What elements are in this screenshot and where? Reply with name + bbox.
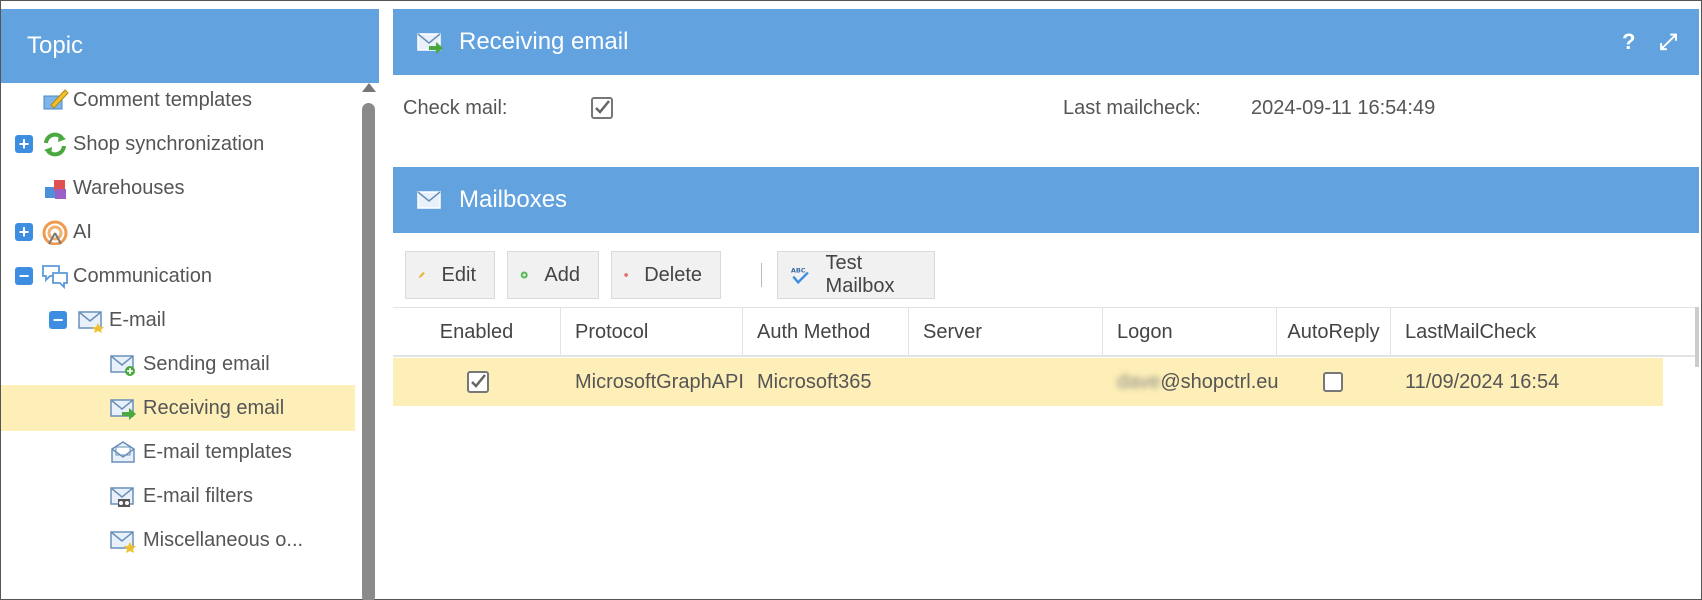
- logon-user-redacted: dave: [1117, 370, 1161, 393]
- warehouse-icon: [45, 180, 66, 199]
- table-row[interactable]: MicrosoftGraphAPI Microsoft365 dave @shop…: [393, 358, 1663, 406]
- last-mail-check-cell: 11/09/2024 16:54: [1405, 370, 1560, 393]
- tree-item-label: E-mail filters: [143, 484, 254, 507]
- auth-method-cell: Microsoft365: [757, 370, 872, 393]
- enabled-checkbox[interactable]: [467, 371, 489, 393]
- grid-header: Enabled Protocol Auth Method Server Logo…: [393, 307, 1699, 357]
- topic-panel-header: Topic: [1, 9, 379, 83]
- email-folder-icon: [78, 311, 104, 333]
- communication-icon: [42, 265, 68, 289]
- ai-icon: [42, 220, 68, 245]
- expand-icon[interactable]: +: [15, 135, 33, 153]
- tree-item-warehouses[interactable]: Warehouses: [1, 165, 355, 211]
- tree-item-label: Receiving email: [143, 396, 285, 419]
- column-header-server[interactable]: Server: [909, 308, 1103, 356]
- tree-item-label: Sending email: [143, 352, 270, 375]
- last-mailcheck-value: 2024-09-11 16:54:49: [1251, 97, 1436, 119]
- spellcheck-icon: ABC: [791, 267, 809, 285]
- scroll-thumb[interactable]: [362, 103, 375, 600]
- topic-title: Topic: [27, 32, 84, 59]
- column-header-logon[interactable]: Logon: [1103, 308, 1277, 356]
- tree-item-label: Comment templates: [73, 88, 252, 111]
- protocol-cell: MicrosoftGraphAPI: [575, 370, 744, 393]
- tree-item-email[interactable]: − E-mail: [1, 297, 355, 343]
- email-filter-icon: [110, 487, 134, 507]
- receiving-email-header: Receiving email ? ⤢: [393, 9, 1699, 75]
- collapse-icon[interactable]: −: [15, 267, 33, 285]
- tree-item-sending-email[interactable]: Sending email: [1, 341, 355, 387]
- check-mail-row: Check mail: Last mailcheck: 2024-09-11 1…: [393, 75, 1699, 165]
- enabled-cell[interactable]: [467, 358, 489, 406]
- delete-button[interactable]: Delete: [611, 251, 721, 299]
- tree-item-email-templates[interactable]: E-mail templates: [1, 429, 355, 475]
- mailbox-toolbar: Edit Add Delete ABC Test Mailbox: [393, 249, 1699, 307]
- topic-panel: Topic Comment templates + Shop synchroni…: [1, 1, 379, 600]
- tree-scrollbar[interactable]: [359, 83, 379, 600]
- logon-domain: @shopctrl.eu: [1160, 370, 1279, 393]
- mailboxes-header: Mailboxes: [393, 167, 1699, 233]
- edit-button[interactable]: Edit: [405, 251, 495, 299]
- tree-item-comment-templates[interactable]: Comment templates: [1, 83, 355, 123]
- mailbox-grid: Enabled Protocol Auth Method Server Logo…: [393, 307, 1699, 406]
- email-misc-icon: [110, 531, 136, 553]
- tree-item-receiving-email[interactable]: Receiving email: [1, 385, 355, 431]
- scroll-up-icon[interactable]: [362, 83, 376, 92]
- tree-item-label: E-mail templates: [143, 440, 292, 463]
- page-title: Receiving email: [459, 28, 629, 55]
- add-button[interactable]: Add: [507, 251, 599, 299]
- tree-item-label: Shop synchronization: [73, 132, 265, 155]
- expand-icon[interactable]: +: [15, 223, 33, 241]
- tree-item-label: Communication: [73, 264, 212, 287]
- tree-item-ai[interactable]: + AI: [1, 209, 355, 255]
- email-template-icon: [111, 441, 135, 463]
- sync-icon: [44, 132, 66, 157]
- last-mailcheck-label: Last mailcheck:: [1063, 97, 1201, 119]
- send-email-icon: [110, 355, 135, 376]
- checkmark-icon: [595, 100, 610, 114]
- receive-email-icon: [417, 33, 443, 54]
- collapse-icon[interactable]: −: [49, 311, 67, 329]
- test-mailbox-button[interactable]: ABC Test Mailbox: [777, 251, 935, 299]
- autoreply-cell[interactable]: [1323, 358, 1343, 406]
- check-mail-checkbox[interactable]: [591, 97, 613, 119]
- mailboxes-title: Mailboxes: [459, 186, 568, 213]
- plus-circle-icon: [520, 271, 528, 279]
- column-header-autoreply[interactable]: AutoReply: [1277, 308, 1391, 356]
- column-header-auth-method[interactable]: Auth Method: [743, 308, 909, 356]
- topic-tree: Comment templates + Shop synchronization: [1, 83, 359, 599]
- maximize-icon[interactable]: ⤢: [1659, 29, 1677, 55]
- pencil-icon: [418, 271, 425, 279]
- receive-email-icon: [110, 399, 136, 420]
- toolbar-separator: [761, 263, 762, 287]
- tree-item-shop-synchronization[interactable]: + Shop synchronization: [1, 121, 355, 167]
- mail-icon: [417, 191, 441, 209]
- column-header-enabled[interactable]: Enabled: [393, 308, 561, 356]
- tree-item-label: AI: [73, 220, 92, 243]
- column-header-lastmailcheck[interactable]: LastMailCheck: [1391, 308, 1591, 356]
- tree-item-email-filters[interactable]: E-mail filters: [1, 473, 355, 519]
- tree-item-miscellaneous[interactable]: Miscellaneous o...: [1, 517, 355, 563]
- tree-item-label: E-mail: [109, 308, 166, 331]
- main-panel: Receiving email ? ⤢ Check mail: Last mai…: [393, 9, 1699, 599]
- autoreply-checkbox[interactable]: [1323, 372, 1343, 392]
- tree-item-label: Warehouses: [73, 176, 185, 199]
- comment-template-icon: [43, 89, 69, 110]
- app-window: Topic Comment templates + Shop synchroni…: [0, 0, 1702, 600]
- mailboxes-section: Mailboxes: [393, 167, 1699, 233]
- tree-item-communication[interactable]: − Communication: [1, 253, 355, 299]
- column-header-protocol[interactable]: Protocol: [561, 308, 743, 356]
- minus-circle-icon: [624, 273, 628, 277]
- check-mail-label: Check mail:: [403, 97, 508, 119]
- tree-item-label: Miscellaneous o...: [143, 528, 304, 551]
- svg-text:ABC: ABC: [791, 267, 806, 275]
- logon-cell: dave @shopctrl.eu: [1117, 358, 1279, 406]
- checkmark-icon: [471, 374, 486, 388]
- help-icon[interactable]: ?: [1622, 29, 1635, 55]
- grid-scrollbar[interactable]: [1695, 307, 1699, 367]
